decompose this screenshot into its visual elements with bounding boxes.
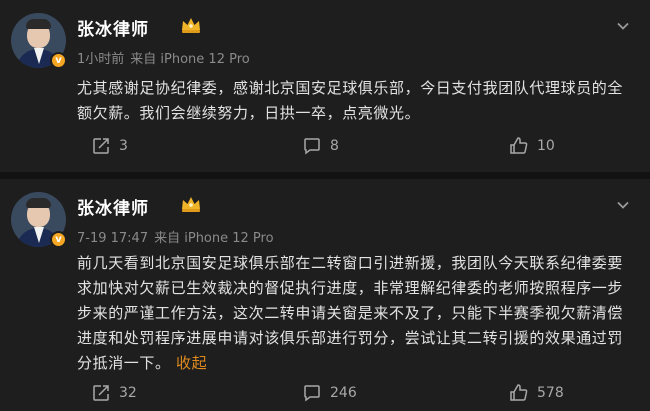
post-divider: [0, 172, 650, 179]
share-button[interactable]: 3: [91, 136, 128, 156]
weibo-post: v 张冰律师 7-19 17:47 来自 iPhone 12 Pro 前几天看到北…: [0, 179, 650, 411]
post-source: 来自 iPhone 12 Pro: [154, 231, 274, 246]
post-time: 7-19 17:47: [77, 231, 149, 246]
action-bar: 32 246 578: [0, 383, 650, 407]
post-time: 1小时前: [77, 52, 125, 67]
avatar-hair: [26, 19, 51, 29]
comment-count: 246: [330, 385, 357, 401]
post-body: 前几天看到北京国安足球俱乐部在二转窗口引进新援，我团队今天联系纪律委要求加快对欠…: [77, 254, 624, 372]
chevron-down-icon[interactable]: [614, 196, 632, 214]
share-count: 32: [119, 385, 137, 401]
share-icon: [93, 138, 109, 154]
post-meta: 7-19 17:47 来自 iPhone 12 Pro: [77, 227, 280, 246]
comment-count: 8: [330, 138, 339, 154]
chevron-down-icon[interactable]: [614, 17, 632, 35]
like-button[interactable]: 10: [509, 136, 555, 156]
crown-icon: [182, 197, 200, 212]
v-badge-icon: v: [50, 52, 67, 69]
share-icon: [93, 385, 109, 401]
post-body: 尤其感谢足协纪律委，感谢北京国安足球俱乐部，今日支付我团队代理球员的全额欠薪。我…: [77, 79, 624, 122]
thumbs-up-icon: [510, 137, 528, 154]
comment-button[interactable]: 8: [302, 136, 339, 156]
like-count: 578: [537, 385, 564, 401]
post-meta: 1小时前 来自 iPhone 12 Pro: [77, 48, 256, 67]
author-name[interactable]: 张冰律师: [77, 194, 149, 219]
post-source: 来自 iPhone 12 Pro: [130, 52, 250, 67]
weibo-post: v 张冰律师 1小时前 来自 iPhone 12 Pro 尤其感谢足协纪律委，感谢…: [0, 0, 650, 172]
like-count: 10: [537, 138, 555, 154]
comment-icon: [304, 385, 320, 402]
post-text: 前几天看到北京国安足球俱乐部在二转窗口引进新援，我团队今天联系纪律委要求加快对欠…: [77, 251, 637, 376]
like-button[interactable]: 578: [509, 383, 564, 403]
crown-icon: [182, 18, 200, 33]
post-text: 尤其感谢足协纪律委，感谢北京国安足球俱乐部，今日支付我团队代理球员的全额欠薪。我…: [77, 76, 637, 126]
thumbs-up-icon: [510, 384, 528, 401]
share-count: 3: [119, 138, 128, 154]
share-button[interactable]: 32: [91, 383, 137, 403]
comment-button[interactable]: 246: [302, 383, 357, 403]
v-badge-icon: v: [50, 231, 67, 248]
collapse-link[interactable]: 收起: [176, 354, 207, 372]
action-bar: 3 8 10: [0, 136, 650, 160]
comment-icon: [304, 138, 320, 155]
avatar-hair: [26, 198, 51, 208]
author-name[interactable]: 张冰律师: [77, 15, 149, 40]
